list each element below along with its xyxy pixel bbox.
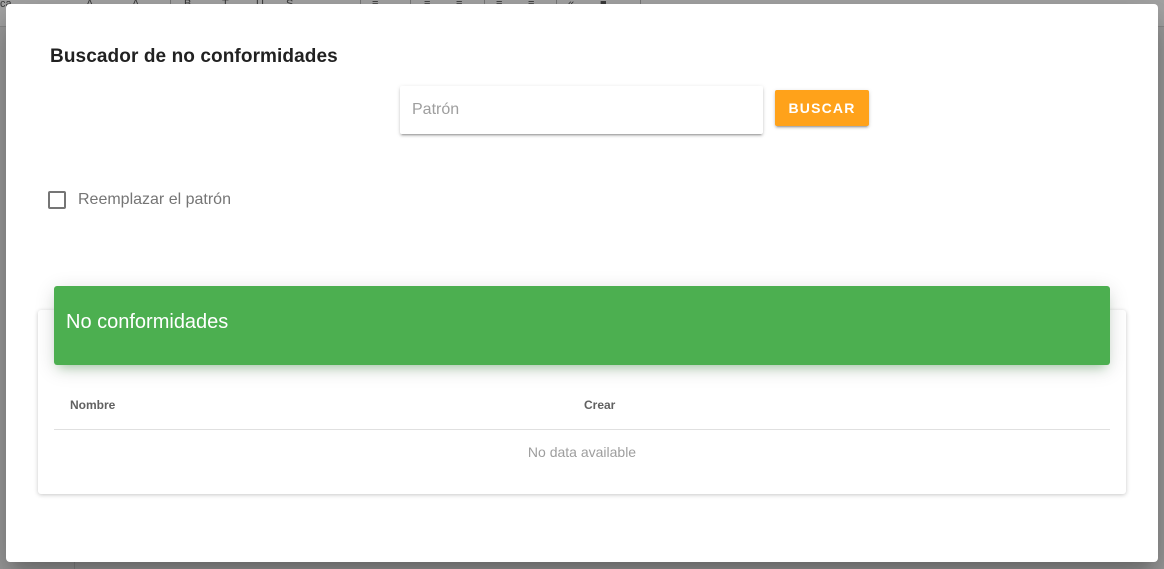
card-title: No conformidades <box>66 311 229 333</box>
search-dialog: Buscador de no conformidades BUSCAR Reem… <box>6 4 1158 562</box>
search-button[interactable]: BUSCAR <box>775 90 869 126</box>
card-header: No conformidades <box>54 286 1110 365</box>
replace-pattern-checkbox-row[interactable]: Reemplazar el patrón <box>48 188 231 212</box>
search-field <box>400 86 763 134</box>
empty-table-message: No data available <box>527 444 637 460</box>
dialog-title: Buscador de no conformidades <box>50 46 338 67</box>
column-header-nombre[interactable]: Nombre <box>70 398 115 412</box>
column-header-crear[interactable]: Crear <box>584 398 615 412</box>
replace-pattern-label[interactable]: Reemplazar el patrón <box>78 191 231 209</box>
replace-pattern-checkbox[interactable] <box>48 191 66 209</box>
table-header: Nombre Crear <box>54 392 1110 430</box>
search-input[interactable] <box>400 86 763 134</box>
